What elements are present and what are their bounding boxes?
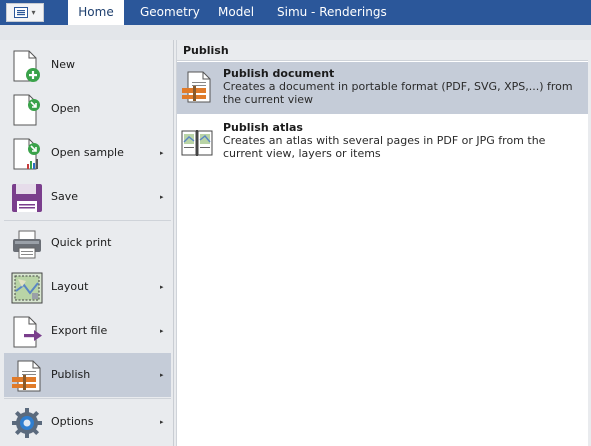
menu-item-export-file[interactable]: Export file ▸	[4, 309, 171, 353]
open-sample-icon	[13, 138, 40, 170]
publish-document-option[interactable]: Publish document Creates a document in p…	[177, 62, 588, 114]
submenu-arrow-icon: ▸	[160, 149, 164, 157]
tab-home[interactable]: Home	[68, 0, 124, 25]
menu-item-quick-print[interactable]: Quick print	[4, 221, 171, 265]
printer-icon	[13, 230, 41, 259]
publish-icon	[12, 360, 41, 392]
app-menu-icon	[14, 7, 29, 18]
chevron-down-icon: ▾	[31, 7, 36, 17]
menu-label-open-sample: Open sample	[51, 146, 124, 159]
tab-simu-renderings[interactable]: Simu - Renderings	[277, 0, 387, 25]
publish-atlas-option[interactable]: Publish atlas Creates an atlas with seve…	[177, 116, 588, 168]
ribbon-strip	[0, 25, 591, 40]
new-document-icon	[13, 50, 40, 82]
menu-item-layout[interactable]: Layout ▸	[4, 265, 171, 309]
menu-label-save: Save	[51, 190, 79, 203]
atlas-book-icon	[181, 130, 213, 156]
publish-document-icon	[182, 71, 211, 103]
submenu-arrow-icon: ▸	[160, 283, 164, 291]
menu-label-open: Open	[51, 102, 81, 115]
menu-item-options[interactable]: Options ▸	[4, 400, 171, 444]
application-menu-button[interactable]: ▾	[6, 3, 44, 22]
menu-label-export-file: Export file	[51, 324, 108, 337]
option-description: Creates a document in portable format (P…	[223, 80, 573, 106]
menu-item-publish[interactable]: Publish ▸	[4, 353, 171, 397]
menu-item-save[interactable]: Save ▸	[4, 175, 171, 219]
option-description: Creates an atlas with several pages in P…	[223, 134, 546, 160]
menu-label-publish: Publish	[51, 368, 91, 381]
menu-label-quick-print: Quick print	[51, 236, 112, 249]
panel-title: Publish	[177, 40, 588, 61]
export-icon	[13, 316, 42, 348]
menu-item-open-sample[interactable]: Open sample ▸	[4, 131, 171, 175]
menu-label-new: New	[51, 58, 75, 71]
backstage-menu: New Open Open sample ▸ Save ▸ Quick prin…	[0, 40, 174, 446]
open-document-icon	[13, 94, 40, 126]
option-title: Publish atlas	[223, 121, 303, 134]
tab-model[interactable]: Model	[218, 0, 254, 25]
submenu-arrow-icon: ▸	[160, 327, 164, 335]
floppy-disk-icon	[12, 184, 42, 212]
option-title: Publish document	[223, 67, 335, 80]
menu-divider	[4, 398, 171, 399]
ribbon-bar: ▾ Home Geometry Model Simu - Renderings	[0, 0, 591, 25]
submenu-arrow-icon: ▸	[160, 418, 164, 426]
menu-label-layout: Layout	[51, 280, 89, 293]
menu-item-open[interactable]: Open	[4, 87, 171, 131]
gear-icon	[12, 408, 42, 438]
submenu-arrow-icon: ▸	[160, 371, 164, 379]
tab-geometry[interactable]: Geometry	[140, 0, 200, 25]
submenu-arrow-icon: ▸	[160, 193, 164, 201]
menu-item-new[interactable]: New	[4, 43, 171, 87]
menu-label-options: Options	[51, 415, 94, 428]
publish-panel: Publish Publish document Creates a docum…	[176, 40, 588, 446]
map-layout-icon	[11, 272, 43, 304]
